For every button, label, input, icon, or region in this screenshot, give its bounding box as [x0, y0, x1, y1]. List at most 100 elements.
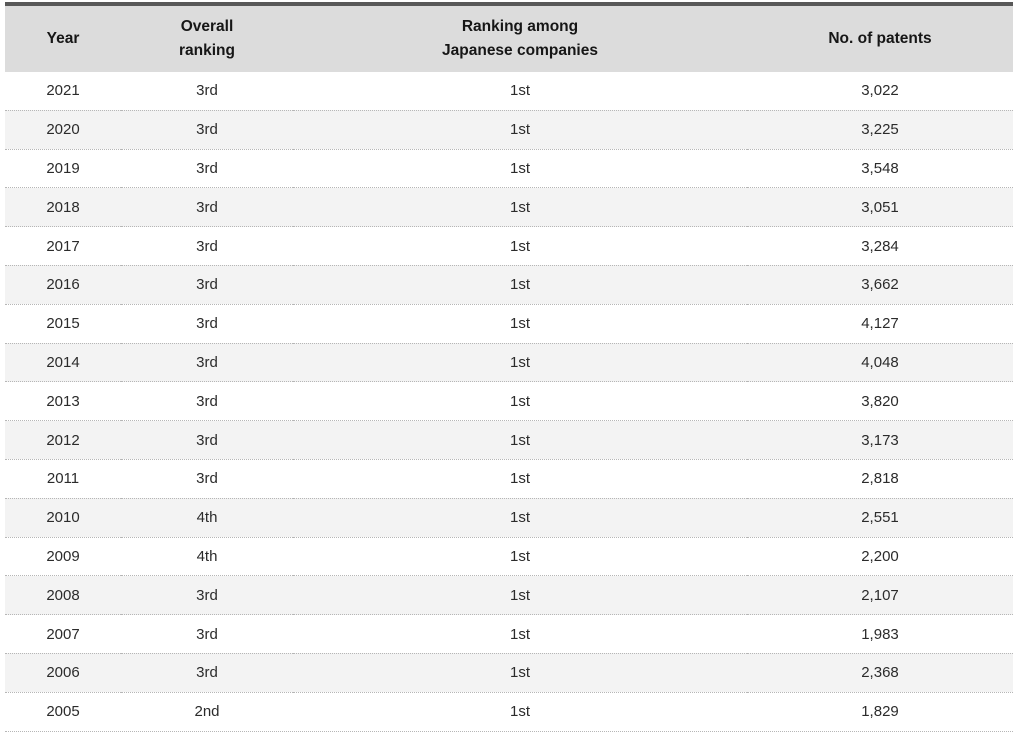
cell-year: 2018	[5, 187, 121, 227]
cell-overall-ranking: 3rd	[121, 652, 293, 693]
table-row: 2016 3rd 1st 3,662	[5, 264, 1013, 305]
cell-japanese-ranking: 1st	[293, 264, 747, 305]
cell-japanese-ranking: 1st	[293, 420, 747, 460]
cell-no-of-patents: 1,829	[747, 691, 1013, 731]
cell-overall-ranking: 3rd	[121, 575, 293, 615]
table-row: 2011 3rd 1st 2,818	[5, 458, 1013, 499]
table-row: 2020 3rd 1st 3,225	[5, 109, 1013, 150]
cell-year: 2007	[5, 614, 121, 654]
cell-no-of-patents: 3,548	[747, 148, 1013, 188]
column-header-no-of-patents: No. of patents	[747, 6, 1013, 72]
cell-no-of-patents: 3,284	[747, 226, 1013, 266]
cell-overall-ranking: 3rd	[121, 458, 293, 499]
table-row: 2007 3rd 1st 1,983	[5, 614, 1013, 654]
column-header-japanese-ranking-line2: Japanese companies	[442, 42, 598, 59]
table-row: 2017 3rd 1st 3,284	[5, 226, 1013, 266]
cell-overall-ranking: 3rd	[121, 342, 293, 382]
cell-japanese-ranking: 1st	[293, 109, 747, 150]
cell-japanese-ranking: 1st	[293, 497, 747, 538]
cell-overall-ranking: 3rd	[121, 109, 293, 150]
cell-overall-ranking: 4th	[121, 536, 293, 576]
table-row: 2018 3rd 1st 3,051	[5, 187, 1013, 227]
table-row: 2021 3rd 1st 3,022	[5, 72, 1013, 111]
table-row: 2008 3rd 1st 2,107	[5, 575, 1013, 615]
cell-no-of-patents: 3,820	[747, 381, 1013, 421]
cell-japanese-ranking: 1st	[293, 72, 747, 111]
table-row: 2010 4th 1st 2,551	[5, 497, 1013, 538]
column-header-year-line1: Year	[46, 30, 80, 47]
cell-japanese-ranking: 1st	[293, 691, 747, 731]
patent-ranking-table-container: Year Overall ranking Ranking among Japan…	[5, 2, 1013, 732]
column-header-overall-ranking: Overall ranking	[121, 6, 293, 72]
cell-overall-ranking: 3rd	[121, 614, 293, 654]
cell-no-of-patents: 2,551	[747, 497, 1013, 538]
table-row: 2009 4th 1st 2,200	[5, 536, 1013, 576]
cell-year: 2013	[5, 381, 121, 421]
cell-year: 2017	[5, 226, 121, 266]
table-row: 2005 2nd 1st 1,829	[5, 691, 1013, 731]
cell-overall-ranking: 3rd	[121, 148, 293, 188]
cell-japanese-ranking: 1st	[293, 652, 747, 693]
cell-year: 2016	[5, 264, 121, 305]
cell-year: 2010	[5, 497, 121, 538]
cell-no-of-patents: 1,983	[747, 614, 1013, 654]
cell-overall-ranking: 3rd	[121, 226, 293, 266]
column-header-no-of-patents-line1: No. of patents	[828, 30, 932, 47]
column-header-year: Year	[5, 6, 121, 72]
cell-year: 2020	[5, 109, 121, 150]
cell-year: 2011	[5, 458, 121, 499]
table-row: 2006 3rd 1st 2,368	[5, 652, 1013, 693]
cell-no-of-patents: 4,127	[747, 303, 1013, 344]
cell-no-of-patents: 2,200	[747, 536, 1013, 576]
cell-japanese-ranking: 1st	[293, 614, 747, 654]
cell-year: 2021	[5, 72, 121, 111]
cell-year: 2019	[5, 148, 121, 188]
cell-overall-ranking: 3rd	[121, 187, 293, 227]
cell-japanese-ranking: 1st	[293, 187, 747, 227]
column-header-japanese-ranking-line1: Ranking among	[461, 18, 579, 35]
cell-japanese-ranking: 1st	[293, 148, 747, 188]
cell-no-of-patents: 3,051	[747, 187, 1013, 227]
cell-overall-ranking: 2nd	[121, 691, 293, 731]
column-header-japanese-ranking: Ranking among Japanese companies	[293, 6, 747, 72]
cell-year: 2005	[5, 691, 121, 731]
column-header-overall-ranking-line1: Overall	[180, 18, 234, 35]
table-row: 2012 3rd 1st 3,173	[5, 420, 1013, 460]
cell-year: 2009	[5, 536, 121, 576]
cell-year: 2006	[5, 652, 121, 693]
table-row: 2013 3rd 1st 3,820	[5, 381, 1013, 421]
table-header: Year Overall ranking Ranking among Japan…	[5, 6, 1013, 72]
table-bottom-rule	[5, 730, 1013, 732]
cell-no-of-patents: 2,368	[747, 652, 1013, 693]
cell-japanese-ranking: 1st	[293, 458, 747, 499]
cell-japanese-ranking: 1st	[293, 226, 747, 266]
table-row: 2019 3rd 1st 3,548	[5, 148, 1013, 188]
cell-overall-ranking: 3rd	[121, 264, 293, 305]
cell-japanese-ranking: 1st	[293, 536, 747, 576]
cell-no-of-patents: 3,022	[747, 72, 1013, 111]
cell-overall-ranking: 4th	[121, 497, 293, 538]
cell-japanese-ranking: 1st	[293, 303, 747, 344]
table-row: 2014 3rd 1st 4,048	[5, 342, 1013, 382]
cell-no-of-patents: 2,107	[747, 575, 1013, 615]
cell-overall-ranking: 3rd	[121, 381, 293, 421]
cell-year: 2015	[5, 303, 121, 344]
cell-year: 2014	[5, 342, 121, 382]
cell-japanese-ranking: 1st	[293, 381, 747, 421]
table-header-row: Year Overall ranking Ranking among Japan…	[5, 6, 1013, 72]
cell-japanese-ranking: 1st	[293, 575, 747, 615]
cell-no-of-patents: 2,818	[747, 458, 1013, 499]
cell-overall-ranking: 3rd	[121, 72, 293, 111]
cell-japanese-ranking: 1st	[293, 342, 747, 382]
cell-year: 2008	[5, 575, 121, 615]
cell-no-of-patents: 4,048	[747, 342, 1013, 382]
cell-overall-ranking: 3rd	[121, 303, 293, 344]
table-row: 2015 3rd 1st 4,127	[5, 303, 1013, 344]
patent-ranking-table: Year Overall ranking Ranking among Japan…	[5, 6, 1013, 731]
cell-no-of-patents: 3,173	[747, 420, 1013, 460]
table-body: 2021 3rd 1st 3,022 2020 3rd 1st 3,225 2019 3rd 1st…	[5, 72, 1013, 731]
cell-no-of-patents: 3,225	[747, 109, 1013, 150]
cell-no-of-patents: 3,662	[747, 264, 1013, 305]
column-header-overall-ranking-line2: ranking	[179, 42, 235, 59]
cell-year: 2012	[5, 420, 121, 460]
